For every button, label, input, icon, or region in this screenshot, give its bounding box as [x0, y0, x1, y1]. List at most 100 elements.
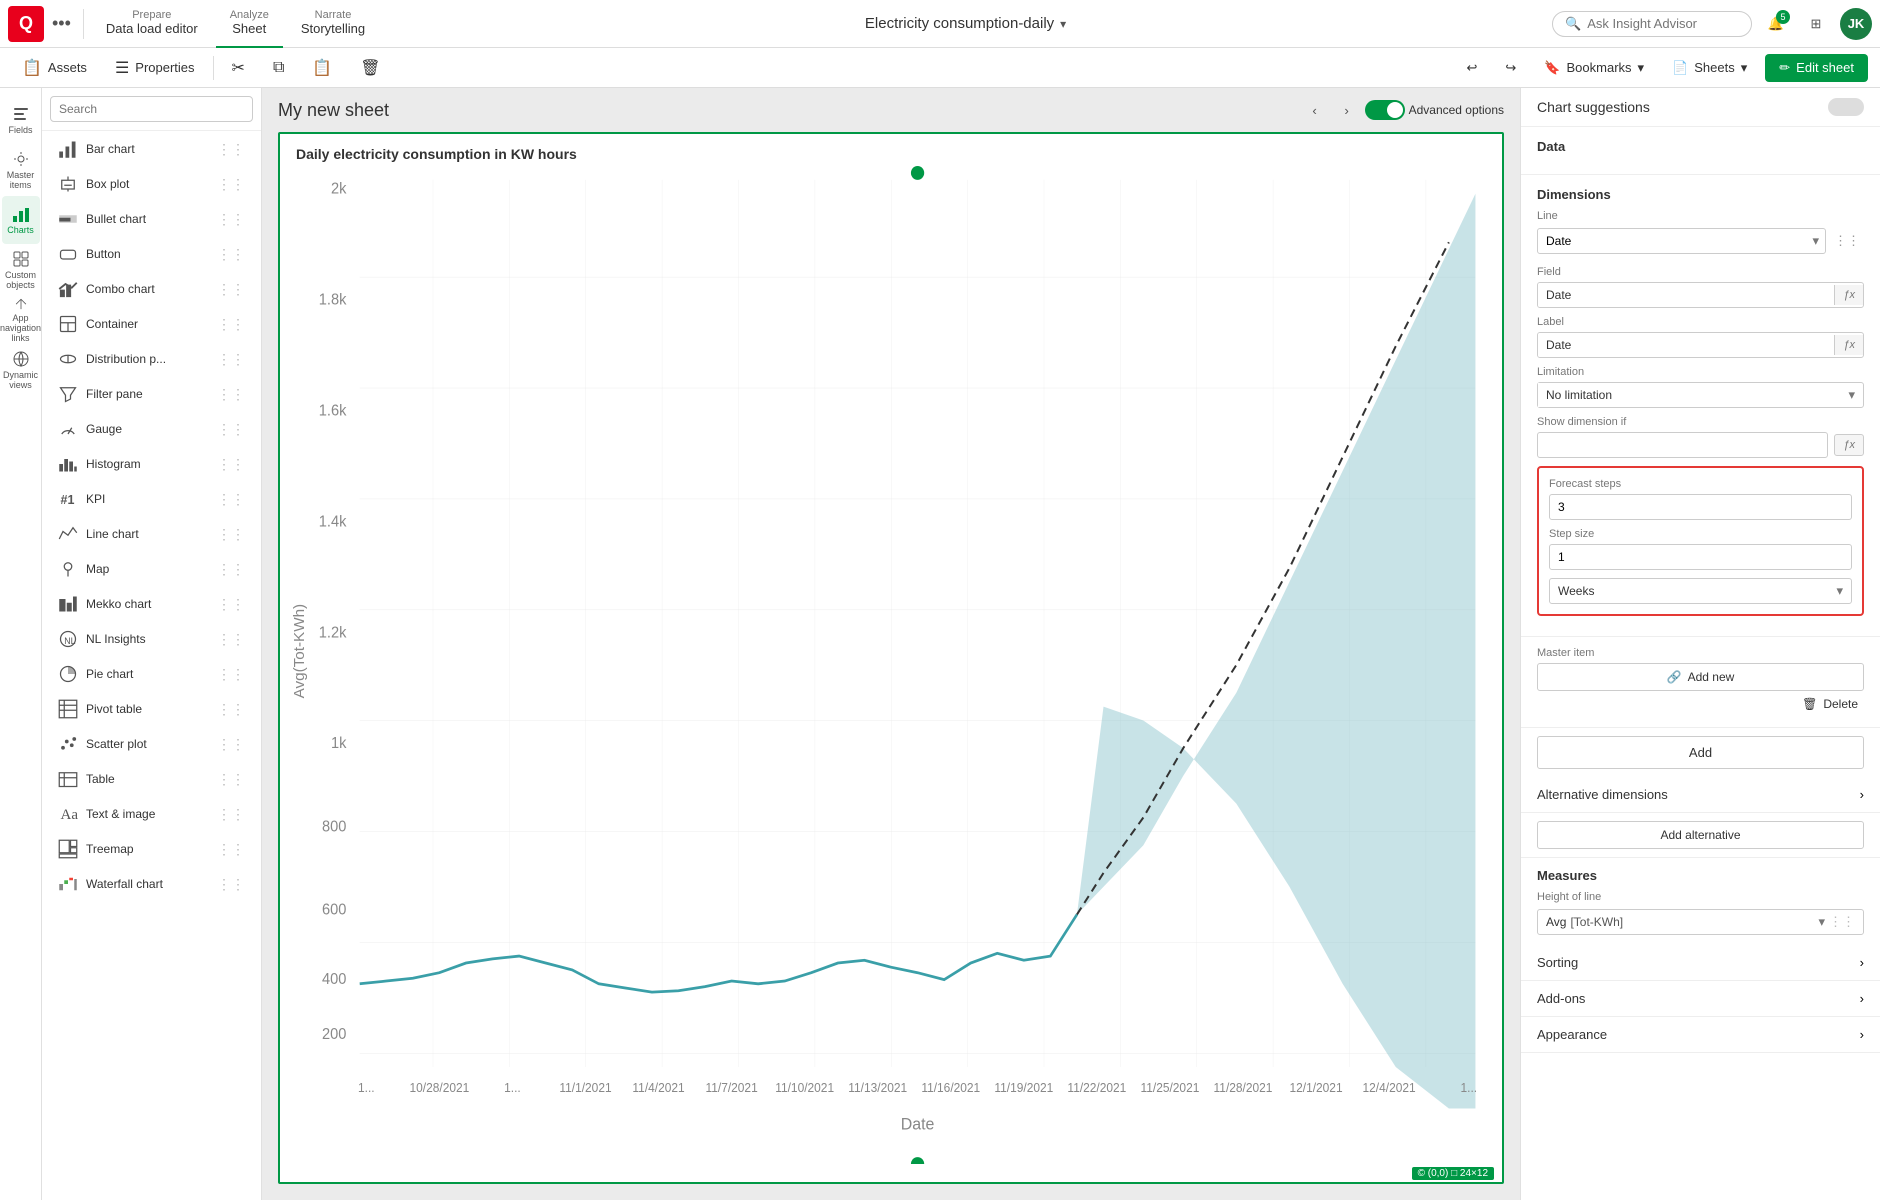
bookmarks-button[interactable]: 🔖 Bookmarks ▾ — [1534, 56, 1654, 80]
pie-drag-handle[interactable]: ⋮⋮ — [217, 666, 245, 683]
chart-list-item-kpi[interactable]: #1 KPI ⋮⋮ — [46, 482, 257, 516]
nav-analyze[interactable]: Analyze Sheet — [216, 0, 283, 48]
chart-list-item-scatter[interactable]: Scatter plot ⋮⋮ — [46, 727, 257, 761]
chart-list-item-map[interactable]: Map ⋮⋮ — [46, 552, 257, 586]
chart-list-item-table[interactable]: Table ⋮⋮ — [46, 762, 257, 796]
alternative-dimensions-header[interactable]: Alternative dimensions › — [1521, 777, 1880, 813]
copy-button[interactable]: ⧉ — [263, 55, 294, 81]
bar-drag-handle[interactable]: ⋮⋮ — [217, 141, 245, 158]
step-unit-select[interactable]: Weeks Days Months Years — [1550, 579, 1828, 603]
delete-toolbar-button[interactable]: 🗑 — [350, 54, 390, 82]
chart-suggestions-toggle[interactable] — [1828, 98, 1864, 116]
sidebar-item-master-items[interactable]: Master items — [2, 146, 40, 194]
qlik-logo[interactable]: Q — [8, 6, 44, 42]
search-input[interactable] — [1587, 16, 1727, 31]
mekko-drag-handle[interactable]: ⋮⋮ — [217, 596, 245, 613]
insight-advisor-search[interactable]: 🔍 — [1552, 11, 1752, 37]
dimension-date-select[interactable]: Date — [1538, 229, 1806, 253]
chart-list-item-nl[interactable]: NL NL Insights ⋮⋮ — [46, 622, 257, 656]
nav-narrate[interactable]: Narrate Storytelling — [287, 0, 379, 48]
user-avatar[interactable]: JK — [1840, 8, 1872, 40]
forecast-steps-input[interactable] — [1549, 494, 1852, 520]
chart-list-item-treemap[interactable]: Treemap ⋮⋮ — [46, 832, 257, 866]
notifications-button[interactable]: 🔔 5 — [1760, 8, 1792, 40]
nav-more-button[interactable]: ••• — [48, 13, 75, 34]
apps-button[interactable]: ⊞ — [1800, 8, 1832, 40]
limitation-select[interactable]: No limitation — [1538, 383, 1840, 407]
treemap-drag-handle[interactable]: ⋮⋮ — [217, 841, 245, 858]
undo-button[interactable]: ↩ — [1457, 56, 1488, 80]
show-dimension-input[interactable] — [1537, 432, 1828, 458]
button-drag-handle[interactable]: ⋮⋮ — [217, 246, 245, 263]
dimension-drag-handle[interactable]: ⋮⋮ — [1830, 233, 1864, 249]
measures-chevron-icon[interactable]: ▾ — [1818, 914, 1825, 930]
box-drag-handle[interactable]: ⋮⋮ — [217, 176, 245, 193]
redo-button[interactable]: ↪ — [1495, 56, 1526, 80]
delete-dimension-button[interactable]: 🗑 Delete — [1537, 691, 1864, 717]
sidebar-item-dynamic-views[interactable]: Dynamic views — [2, 346, 40, 394]
sidebar-item-app-navigation[interactable]: App navigation links — [2, 296, 40, 344]
addons-header[interactable]: Add-ons › — [1521, 981, 1880, 1017]
pivot-drag-handle[interactable]: ⋮⋮ — [217, 701, 245, 718]
show-dimension-fx-button[interactable]: ƒx — [1834, 434, 1864, 456]
properties-button[interactable]: ☰ Properties — [105, 54, 205, 82]
sidebar-item-custom-objects[interactable]: Custom objects — [2, 246, 40, 294]
chart-list-item-pie[interactable]: Pie chart ⋮⋮ — [46, 657, 257, 691]
chart-list-item-bullet[interactable]: Bullet chart ⋮⋮ — [46, 202, 257, 236]
scatter-drag-handle[interactable]: ⋮⋮ — [217, 736, 245, 753]
label-fx-button[interactable]: ƒx — [1834, 335, 1863, 355]
chart-list-item-combo[interactable]: Combo chart ⋮⋮ — [46, 272, 257, 306]
sorting-header[interactable]: Sorting › — [1521, 945, 1880, 981]
field-fx-button[interactable]: ƒx — [1834, 285, 1863, 305]
chart-list-item-pivot[interactable]: Pivot table ⋮⋮ — [46, 692, 257, 726]
appearance-header[interactable]: Appearance › — [1521, 1017, 1880, 1053]
kpi-drag-handle[interactable]: ⋮⋮ — [217, 491, 245, 508]
line-drag-handle[interactable]: ⋮⋮ — [217, 526, 245, 543]
sheets-button[interactable]: 📄 Sheets ▾ — [1662, 56, 1757, 80]
map-drag-handle[interactable]: ⋮⋮ — [217, 561, 245, 578]
chart-list-item-button[interactable]: Button ⋮⋮ — [46, 237, 257, 271]
chart-list-item-container[interactable]: Container ⋮⋮ — [46, 307, 257, 341]
table-drag-handle[interactable]: ⋮⋮ — [217, 771, 245, 788]
dimension-date-dropdown[interactable]: Date ▾ — [1537, 228, 1826, 254]
advanced-options-toggle[interactable] — [1365, 100, 1405, 120]
cut-button[interactable]: ✂ — [222, 54, 255, 82]
label-value-input[interactable] — [1538, 333, 1834, 357]
bullet-drag-handle[interactable]: ⋮⋮ — [217, 211, 245, 228]
text-drag-handle[interactable]: ⋮⋮ — [217, 806, 245, 823]
next-sheet-button[interactable]: › — [1333, 96, 1361, 124]
charts-search-input[interactable] — [50, 96, 253, 122]
histogram-drag-handle[interactable]: ⋮⋮ — [217, 456, 245, 473]
chart-list-item-filter[interactable]: Filter pane ⋮⋮ — [46, 377, 257, 411]
add-dimension-button[interactable]: Add — [1537, 736, 1864, 769]
sidebar-item-fields[interactable]: Fields — [2, 96, 40, 144]
add-new-button[interactable]: 🔗 Add new — [1537, 663, 1864, 691]
chart-list-item-waterfall[interactable]: Waterfall chart ⋮⋮ — [46, 867, 257, 901]
chart-list-item-dist[interactable]: Distribution p... ⋮⋮ — [46, 342, 257, 376]
sidebar-item-charts[interactable]: Charts — [2, 196, 40, 244]
chart-list-item-mekko[interactable]: Mekko chart ⋮⋮ — [46, 587, 257, 621]
chart-list-item-line[interactable]: Line chart ⋮⋮ — [46, 517, 257, 551]
prev-sheet-button[interactable]: ‹ — [1301, 96, 1329, 124]
chart-list-item-box[interactable]: Box plot ⋮⋮ — [46, 167, 257, 201]
combo-drag-handle[interactable]: ⋮⋮ — [217, 281, 245, 298]
waterfall-drag-handle[interactable]: ⋮⋮ — [217, 876, 245, 893]
nl-drag-handle[interactable]: ⋮⋮ — [217, 631, 245, 648]
dist-drag-handle[interactable]: ⋮⋮ — [217, 351, 245, 368]
chart-list-item-bar[interactable]: Bar chart ⋮⋮ — [46, 132, 257, 166]
assets-button[interactable]: 📋 Assets — [12, 54, 97, 82]
container-drag-handle[interactable]: ⋮⋮ — [217, 316, 245, 333]
add-alternative-button[interactable]: Add alternative — [1537, 821, 1864, 849]
chart-list-item-histogram[interactable]: Histogram ⋮⋮ — [46, 447, 257, 481]
chart-list-item-gauge[interactable]: Gauge ⋮⋮ — [46, 412, 257, 446]
app-title[interactable]: Electricity consumption-daily ▾ — [383, 15, 1548, 32]
field-value-input[interactable] — [1538, 283, 1834, 307]
step-size-input[interactable] — [1549, 544, 1852, 570]
filter-drag-handle[interactable]: ⋮⋮ — [217, 386, 245, 403]
measures-drag-handle[interactable]: ⋮⋮ — [1829, 914, 1855, 930]
gauge-drag-handle[interactable]: ⋮⋮ — [217, 421, 245, 438]
edit-sheet-button[interactable]: ✏ Edit sheet — [1765, 54, 1868, 82]
paste-button[interactable]: 📋 — [302, 54, 342, 82]
nav-prepare[interactable]: Prepare Data load editor — [92, 0, 212, 48]
chart-list-item-text[interactable]: Aa Text & image ⋮⋮ — [46, 797, 257, 831]
